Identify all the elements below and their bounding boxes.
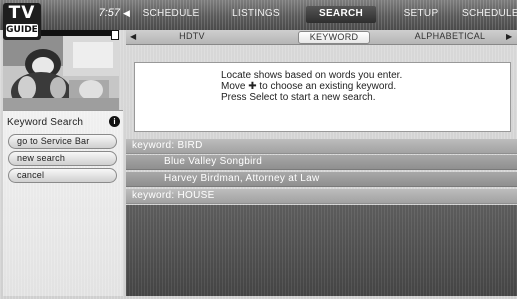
empty-results-area <box>126 205 517 296</box>
keyword-row[interactable]: keyword: HOUSE <box>126 189 517 204</box>
go-to-service-bar-button[interactable]: go to Service Bar <box>8 134 117 149</box>
instruction-line: Move ✚ to choose an existing keyword. <box>221 81 397 92</box>
menu-item-search[interactable]: SEARCH <box>306 6 376 23</box>
search-tab-strip: ◀ HDTV KEYWORD ALPHABETICAL ▶ <box>126 30 517 45</box>
video-preview[interactable] <box>3 36 119 110</box>
menu-item-listings[interactable]: LISTINGS <box>226 6 286 23</box>
logo-tv-text: TV <box>8 3 36 23</box>
show-row[interactable]: Blue Valley Songbird <box>126 155 517 170</box>
show-row[interactable]: Harvey Birdman, Attorney at Law <box>126 172 517 187</box>
menu-item-schedule[interactable]: SCHEDULE <box>136 6 206 23</box>
instructions-text: Locate shows based on words you enter. M… <box>221 70 402 103</box>
info-icon[interactable]: i <box>109 116 120 127</box>
top-navigation-bar: 7:57 ◀ SCHEDULE LISTINGS SEARCH SETUP SC… <box>0 0 517 30</box>
keyword-row[interactable]: keyword: BIRD <box>126 139 517 154</box>
tab-hdtv[interactable]: HDTV <box>162 31 222 44</box>
cancel-button[interactable]: cancel <box>8 168 117 183</box>
video-progress-bar <box>40 30 119 36</box>
panel-title: Keyword Search <box>7 117 84 128</box>
video-window-icon <box>111 30 119 40</box>
new-search-button[interactable]: new search <box>8 151 117 166</box>
tv-guide-logo: TV GUIDE <box>3 3 41 40</box>
menu-item-schedule-2[interactable]: SCHEDULE <box>456 6 517 23</box>
clock: 7:57 <box>98 7 120 19</box>
tab-left-arrow-icon[interactable]: ◀ <box>130 32 136 41</box>
instruction-line: Locate shows based on words you enter. <box>221 70 403 81</box>
menu-item-setup[interactable]: SETUP <box>393 6 449 23</box>
left-action-panel: Keyword Search i go to Service Bar new s… <box>3 110 123 296</box>
tab-alphabetical[interactable]: ALPHABETICAL <box>404 31 496 44</box>
instruction-line: Press Select to start a new search. <box>221 92 376 103</box>
tab-keyword[interactable]: KEYWORD <box>298 31 370 44</box>
video-scene-image <box>3 36 119 110</box>
instructions-box: Locate shows based on words you enter. M… <box>134 62 511 132</box>
logo-guide-text: GUIDE <box>6 24 38 37</box>
tv-guide-screen: 7:57 ◀ SCHEDULE LISTINGS SEARCH SETUP SC… <box>0 0 517 299</box>
nav-left-arrow-icon[interactable]: ◀ <box>123 8 130 19</box>
tab-right-arrow-icon[interactable]: ▶ <box>506 32 512 41</box>
